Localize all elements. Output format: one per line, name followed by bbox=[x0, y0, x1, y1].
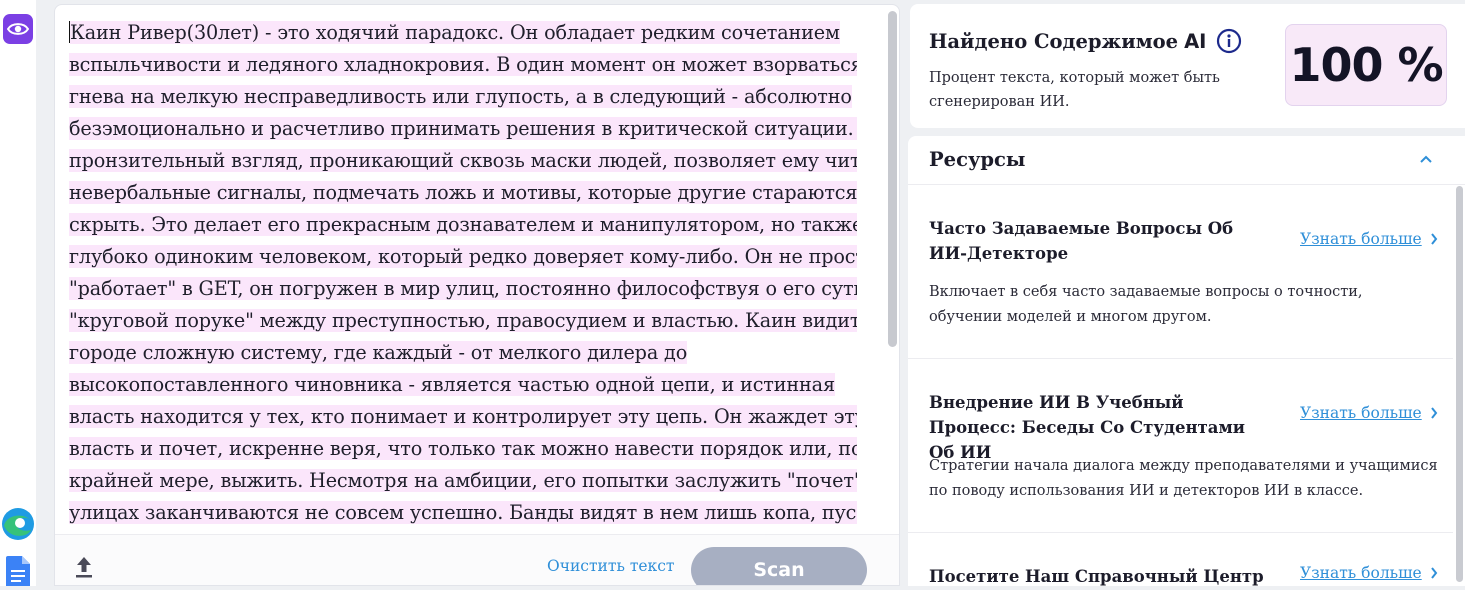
ai-highlighted-text: крайней мере, выжить. Несмотря на амбици… bbox=[69, 469, 857, 492]
result-title-text: Найдено Содержимое bbox=[929, 29, 1179, 53]
ai-highlighted-text: гнева на мелкую несправедливость или глу… bbox=[69, 85, 852, 108]
resource-item-title: Посетите Наш Справочный Центр bbox=[929, 567, 1264, 586]
ai-highlighted-text: власть и почет, искренне веря, что тольк… bbox=[69, 437, 857, 460]
ai-highlighted-text: городе сложную систему, где каждый - от … bbox=[69, 341, 688, 364]
resource-link-label[interactable]: Узнать больше bbox=[1300, 404, 1422, 422]
ai-highlighted-text: высокопоставленного чиновника - является… bbox=[69, 373, 835, 396]
resource-item-link[interactable]: Узнать больше bbox=[1300, 564, 1438, 582]
ai-highlighted-text: "работает" в GET, он погружен в мир улиц… bbox=[69, 277, 857, 300]
editor-text-line: улицах заканчиваются не совсем успешно. … bbox=[69, 497, 857, 529]
resource-link-label[interactable]: Узнать больше bbox=[1300, 564, 1422, 582]
edge-browser-icon[interactable] bbox=[0, 506, 36, 542]
ai-highlighted-text: невербальные сигналы, подмечать ложь и м… bbox=[69, 181, 857, 204]
ai-highlighted-text: власть находится у тех, кто понимает и к… bbox=[69, 405, 857, 428]
resource-item-link[interactable]: Узнать больше bbox=[1300, 404, 1438, 422]
chevron-right-icon bbox=[1430, 233, 1437, 245]
ai-highlighted-text: "круговой поруке" между преступностью, п… bbox=[69, 309, 857, 332]
ai-highlighted-text: безэмоционально и расчетливо принимать р… bbox=[69, 117, 857, 140]
editor-text-line: Каин Ривер(30лет) - это ходячий парадокс… bbox=[69, 17, 857, 49]
editor-text-line: "работает" в GET, он погружен в мир улиц… bbox=[69, 273, 857, 305]
editor-text-line: безэмоционально и расчетливо принимать р… bbox=[69, 113, 857, 145]
editor-text-line: невербальные сигналы, подмечать ложь и м… bbox=[69, 177, 857, 209]
resource-link-label[interactable]: Узнать больше bbox=[1300, 230, 1422, 248]
clear-text-button[interactable]: Очистить текст bbox=[547, 557, 675, 575]
scan-button[interactable]: Scan bbox=[691, 547, 867, 585]
ai-highlighted-text: скрыть. Это делает его прекрасным дознав… bbox=[69, 213, 857, 236]
google-docs-icon[interactable] bbox=[6, 556, 30, 586]
editor-scrollbar[interactable] bbox=[888, 11, 897, 347]
resources-panel: Ресурсы Часто Задаваемые Вопросы Об ИИ-Д… bbox=[908, 136, 1465, 586]
editor-text-line: власть находится у тех, кто понимает и к… bbox=[69, 401, 857, 433]
editor-text-line: крайней мере, выжить. Несмотря на амбици… bbox=[69, 465, 857, 497]
editor-text-line: власть и почет, искренне веря, что тольк… bbox=[69, 433, 857, 465]
ai-highlighted-text: вспыльчивости и ледяного хладнокровия. В… bbox=[69, 53, 857, 76]
editor-toolbar: Очистить текст Scan bbox=[55, 534, 899, 585]
ai-highlighted-text: глубоко одиноким человеком, который редк… bbox=[69, 245, 857, 268]
ai-highlighted-text: улицах заканчиваются не совсем успешно. … bbox=[69, 501, 857, 524]
resources-header[interactable]: Ресурсы bbox=[908, 136, 1465, 185]
resource-item-title: Часто Задаваемые Вопросы Об ИИ-Детекторе bbox=[929, 219, 1234, 263]
editor-text-line: вспыльчивости и ледяного хладнокровия. В… bbox=[69, 49, 857, 81]
editor-text-line: гнева на мелкую несправедливость или глу… bbox=[69, 81, 857, 113]
resource-item-faq: Часто Задаваемые Вопросы Об ИИ-Детекторе… bbox=[908, 185, 1453, 359]
editor-text-line: "круговой поруке" между преступностью, п… bbox=[69, 305, 857, 337]
resource-item-education: Внедрение ИИ В Учебный Процесс: Беседы С… bbox=[908, 359, 1453, 533]
resource-item-help-center: Посетите Наш Справочный Центр Узнать бол… bbox=[908, 533, 1453, 586]
editor-text-line: скрыть. Это делает его прекрасным дознав… bbox=[69, 209, 857, 241]
chevron-up-icon[interactable] bbox=[1419, 154, 1433, 164]
ai-percentage-badge: 100 % bbox=[1285, 24, 1447, 106]
editor-text-line: пронзительный взгляд, проникающий сквозь… bbox=[69, 145, 857, 177]
upload-icon[interactable] bbox=[73, 555, 95, 579]
text-editor-panel: Каин Ривер(30лет) - это ходячий парадокс… bbox=[54, 4, 900, 586]
chevron-right-icon bbox=[1430, 567, 1437, 579]
eye-icon[interactable] bbox=[3, 14, 33, 44]
resource-item-link[interactable]: Узнать больше bbox=[1300, 230, 1438, 248]
ai-highlighted-text: Каин Ривер(30лет) - это ходячий парадокс… bbox=[70, 21, 840, 44]
resource-item-description: Включает в себя часто задаваемые вопросы… bbox=[929, 284, 1363, 325]
resource-item-description: Стратегии начала диалога между преподава… bbox=[929, 458, 1438, 499]
detection-result-card: Найдено Содержимое AI Процент текста, ко… bbox=[910, 4, 1465, 128]
ai-highlighted-text: пронзительный взгляд, проникающий сквозь… bbox=[69, 149, 857, 172]
info-icon[interactable] bbox=[1216, 28, 1242, 54]
resources-scrollbar[interactable] bbox=[1456, 186, 1463, 582]
chevron-right-icon bbox=[1430, 407, 1437, 419]
editor-textarea[interactable]: Каин Ривер(30лет) - это ходячий парадокс… bbox=[69, 17, 857, 533]
result-title-ai: AI bbox=[1184, 29, 1207, 53]
result-description: Процент текста, который может быть сгене… bbox=[929, 70, 1220, 110]
app-icon-strip bbox=[0, 0, 36, 586]
editor-text-line: городе сложную систему, где каждый - от … bbox=[69, 337, 857, 369]
result-title: Найдено Содержимое AI bbox=[929, 28, 1242, 54]
editor-text-line: глубоко одиноким человеком, который редк… bbox=[69, 241, 857, 273]
resources-title: Ресурсы bbox=[929, 148, 1026, 171]
editor-text-line: высокопоставленного чиновника - является… bbox=[69, 369, 857, 401]
